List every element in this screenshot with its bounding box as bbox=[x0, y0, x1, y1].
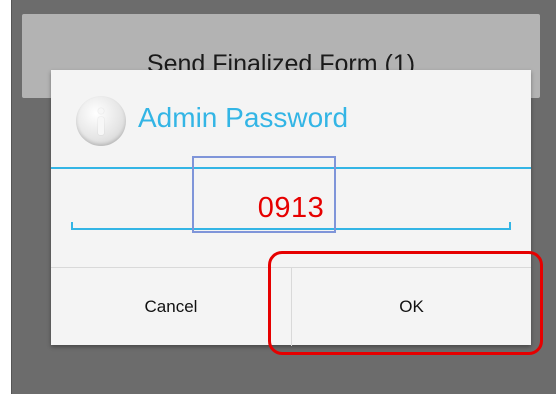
info-icon bbox=[76, 96, 126, 146]
dialog-button-bar: Cancel OK bbox=[51, 267, 531, 346]
ok-button[interactable]: OK bbox=[292, 268, 531, 346]
info-icon-stem bbox=[98, 117, 104, 135]
dialog-title: Admin Password bbox=[138, 102, 349, 133]
input-tick-left bbox=[71, 222, 73, 230]
screen: Send Finalized Form (1) Admin Password 0… bbox=[0, 0, 560, 394]
password-input[interactable]: 0913 bbox=[71, 190, 511, 230]
input-tick-right bbox=[509, 222, 511, 230]
info-icon-dot bbox=[98, 108, 104, 114]
input-underline bbox=[71, 228, 511, 230]
dialog-header: Admin Password bbox=[51, 70, 531, 168]
admin-password-dialog: Admin Password 0913 Cancel OK bbox=[51, 70, 531, 346]
cancel-button[interactable]: Cancel bbox=[51, 268, 291, 346]
title-divider bbox=[51, 167, 531, 169]
password-value: 0913 bbox=[257, 192, 325, 224]
